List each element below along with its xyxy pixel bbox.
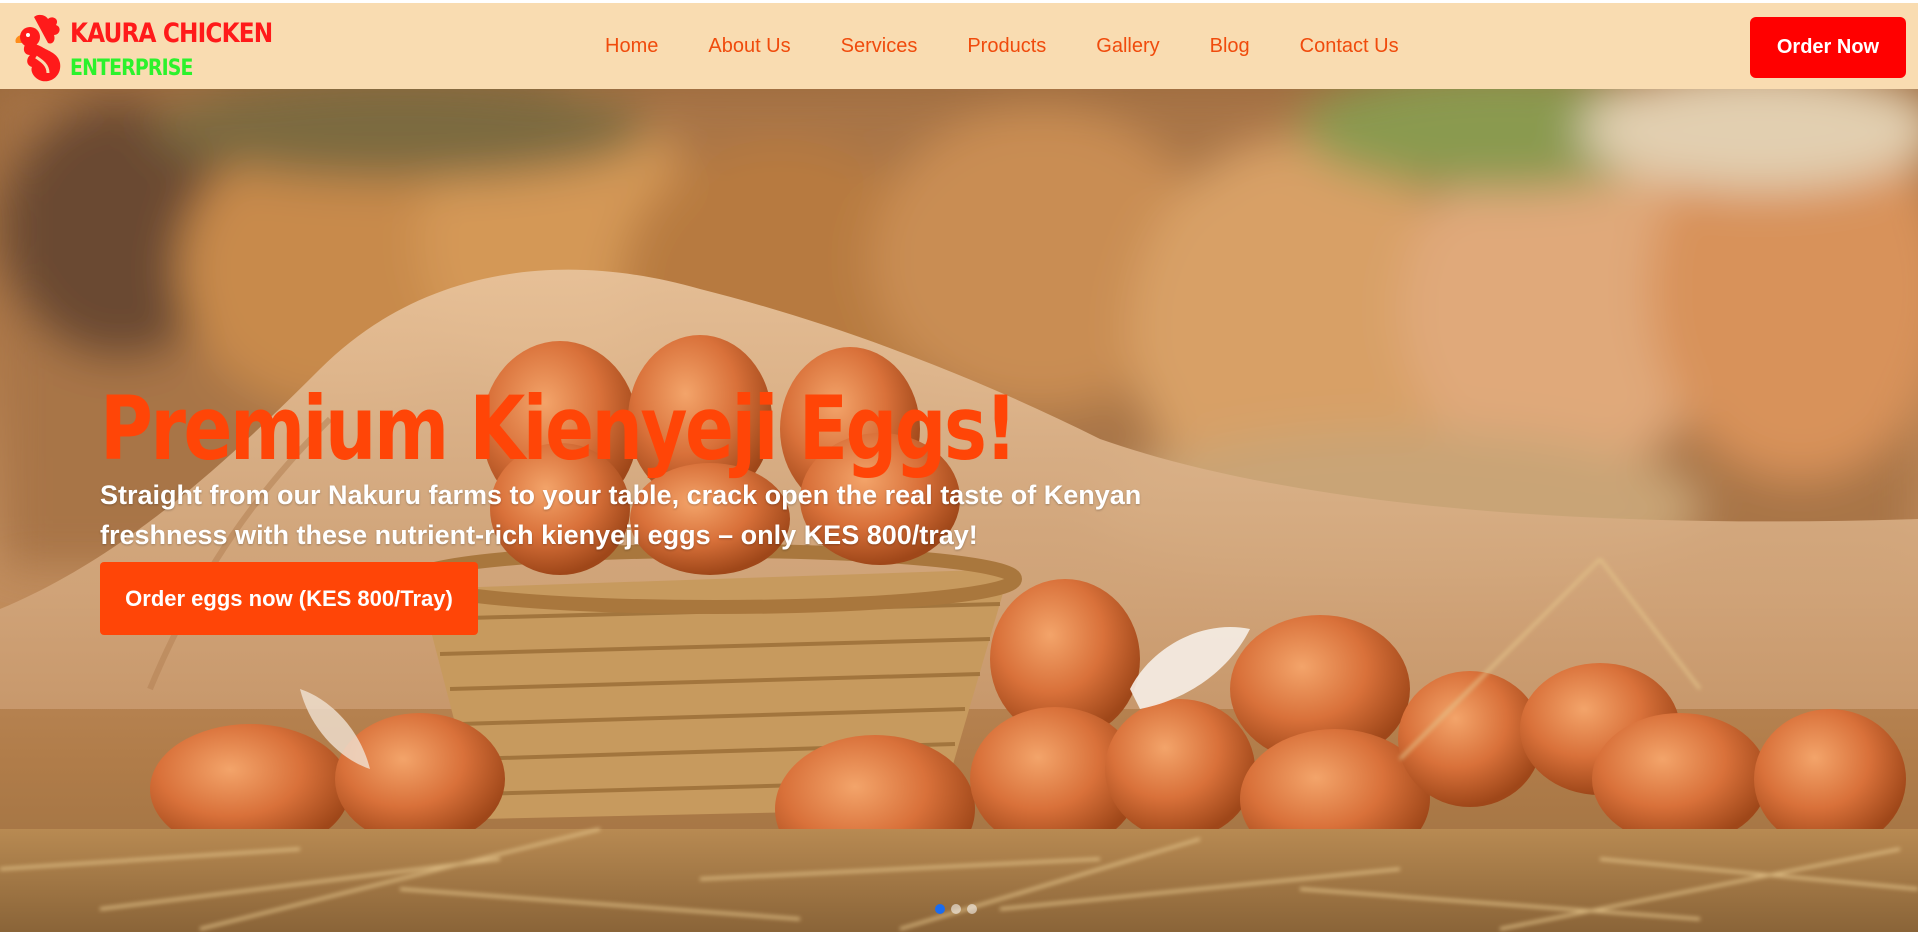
slide-dot-1[interactable] (935, 904, 945, 914)
nav-item-blog[interactable]: Blog (1210, 35, 1250, 58)
slide-dot-2[interactable] (951, 904, 961, 914)
nav-item-products[interactable]: Products (967, 35, 1046, 58)
nav-item-about-us[interactable]: About Us (708, 35, 790, 58)
rooster-icon (15, 14, 61, 82)
brand-name: KAURA CHICKEN (70, 18, 273, 49)
nav-item-gallery[interactable]: Gallery (1096, 35, 1159, 58)
hero-slider: Premium Kienyeji Eggs! Straight from our… (0, 89, 1918, 932)
hero-headline: Premium Kienyeji Eggs! (100, 377, 1017, 480)
nav-item-services[interactable]: Services (841, 35, 918, 58)
nav-item-contact-us[interactable]: Contact Us (1300, 35, 1399, 58)
slide-dot-3[interactable] (967, 904, 977, 914)
brand-logo[interactable]: KAURA CHICKEN ENTERPRISE (12, 11, 273, 83)
order-now-button[interactable]: Order Now (1750, 17, 1906, 78)
brand-subtitle: ENTERPRISE (70, 56, 193, 81)
hero-subtext: Straight from our Nakuru farms to your t… (100, 480, 1142, 550)
main-nav: Home About Us Services Products Gallery … (605, 3, 1399, 89)
order-eggs-button[interactable]: Order eggs now (KES 800/Tray) (100, 562, 478, 635)
site-header: KAURA CHICKEN ENTERPRISE Home About Us S… (0, 3, 1918, 89)
slider-pagination (935, 904, 977, 914)
nav-item-home[interactable]: Home (605, 35, 658, 58)
